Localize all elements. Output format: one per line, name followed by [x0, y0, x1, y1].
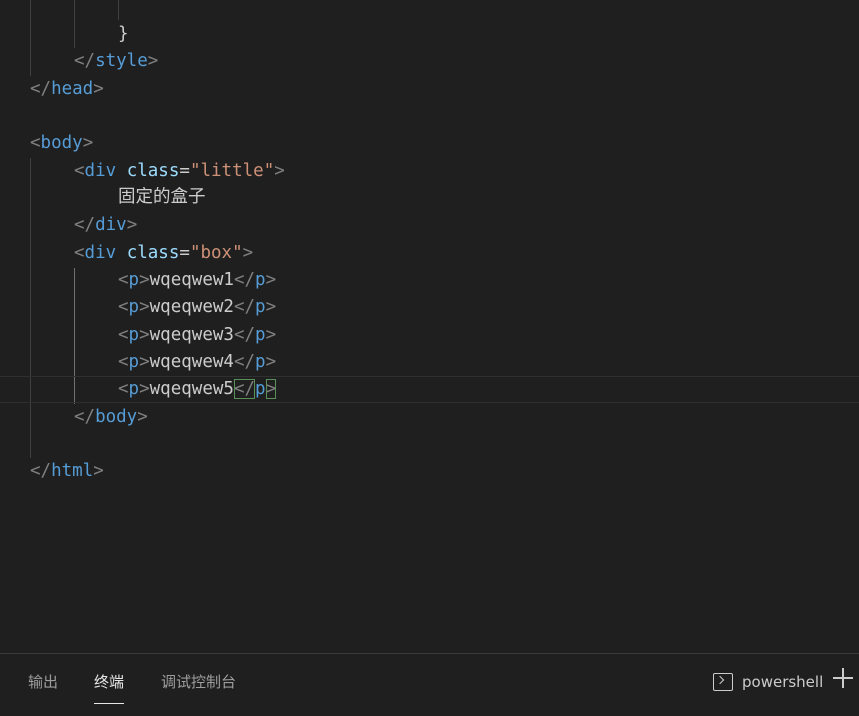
code-line[interactable]: }: [0, 21, 859, 48]
code-line[interactable]: </head>: [0, 76, 859, 103]
code-line[interactable]: </div>: [0, 212, 859, 239]
tab-output[interactable]: 输出: [28, 654, 58, 710]
bracket-match: >: [265, 379, 277, 399]
code-line[interactable]: <div class="little">: [0, 158, 859, 185]
open-div-box-tag: <div class="box">: [74, 243, 254, 263]
code-line[interactable]: <div class="box">: [0, 240, 859, 267]
paragraph-element: <p>wqeqwew1</p>: [118, 270, 277, 290]
close-html-tag: </html>: [30, 461, 104, 481]
code-line[interactable]: <p>wqeqwew4</p>: [0, 349, 859, 376]
paragraph-element: <p>wqeqwew5</p>: [118, 379, 277, 399]
open-div-little-tag: <div class="little">: [74, 161, 285, 181]
bottom-panel: 输出 终端 调试控制台 powershell: [0, 653, 859, 716]
code-line[interactable]: <p>wqeqwew3</p>: [0, 322, 859, 349]
paragraph-element: <p>wqeqwew2</p>: [118, 297, 277, 317]
code-line[interactable]: </html>: [0, 458, 859, 485]
terminal-icon: [713, 673, 733, 691]
bracket-match: </: [233, 379, 256, 399]
tab-terminal[interactable]: 终端: [94, 654, 125, 710]
close-style-tag: </style>: [74, 51, 159, 71]
close-body-tag: </body>: [74, 407, 148, 427]
code-editor[interactable]: } </style> </head> <body> <div class="li…: [0, 0, 859, 653]
code-line[interactable]: </body>: [0, 404, 859, 431]
indent-guide: [118, 0, 119, 20]
code-line[interactable]: <body>: [0, 130, 859, 157]
text-content: 固定的盒子: [118, 187, 206, 207]
terminal-name: powershell: [742, 673, 824, 691]
code-line[interactable]: 固定的盒子: [0, 184, 859, 211]
code-line-current[interactable]: <p>wqeqwew5</p>: [0, 376, 859, 403]
paragraph-element: <p>wqeqwew4</p>: [118, 352, 277, 372]
open-body-tag: <body>: [30, 133, 94, 153]
code-line[interactable]: <p>wqeqwew2</p>: [0, 294, 859, 321]
plus-icon[interactable]: [833, 668, 853, 688]
code-line[interactable]: </style>: [0, 48, 859, 75]
close-div-tag: </div>: [74, 215, 138, 235]
close-head-tag: </head>: [30, 79, 104, 99]
paragraph-element: <p>wqeqwew3</p>: [118, 325, 277, 345]
tab-debug-console[interactable]: 调试控制台: [161, 654, 236, 710]
code-line[interactable]: <p>wqeqwew1</p>: [0, 267, 859, 294]
close-brace: }: [118, 24, 129, 44]
terminal-selector[interactable]: powershell: [713, 668, 823, 696]
